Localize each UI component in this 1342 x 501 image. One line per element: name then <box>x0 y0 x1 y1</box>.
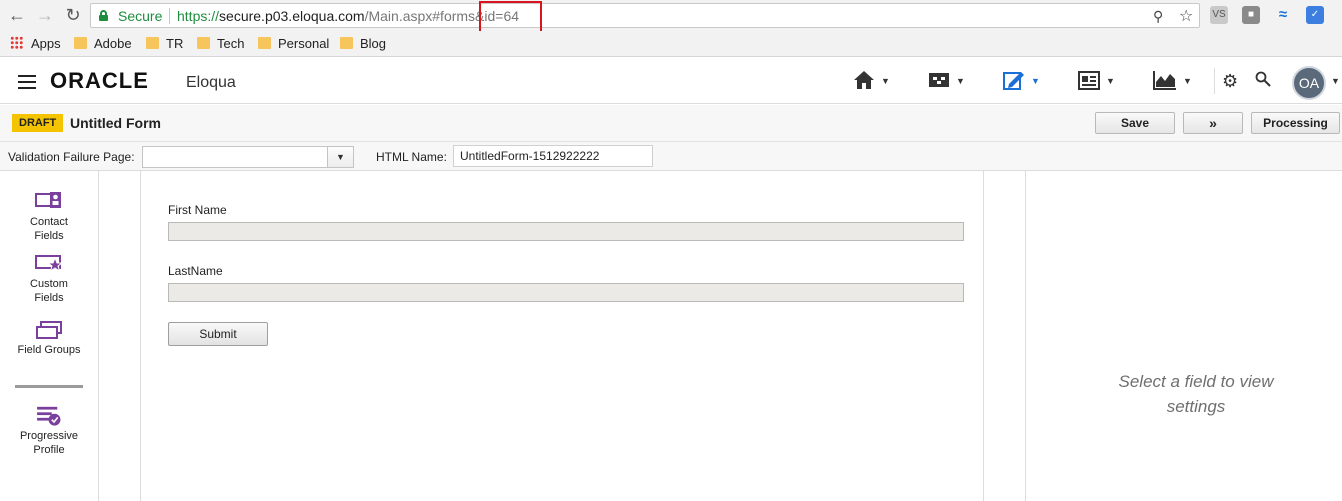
extension-wave-icon[interactable]: ≈ <box>1274 6 1292 24</box>
bookmark-blog[interactable]: Blog <box>340 36 386 51</box>
form-canvas[interactable]: First Name LastName Submit <box>141 171 984 501</box>
bookmark-blog-label: Blog <box>360 36 387 51</box>
contact-fields-line2: Fields <box>34 230 64 242</box>
avatar-dropdown-icon[interactable]: ▼ <box>1331 69 1340 93</box>
empty-settings-message: Select a field to view settings <box>1096 369 1296 419</box>
menu-icon[interactable] <box>18 75 36 89</box>
field-palette: Contact Fields Custom Fields Field Group… <box>0 171 99 501</box>
avatar[interactable]: OA <box>1292 66 1326 100</box>
form-titlebar: DRAFT Untitled Form Save » Processing <box>0 105 1342 142</box>
folder-icon <box>258 37 271 49</box>
progressive-profile-icon <box>37 406 61 426</box>
custom-fields-line1: Custom <box>30 278 68 290</box>
bookmarks-bar: Apps Adobe TR Tech Personal Blog <box>0 31 1342 57</box>
folder-icon <box>74 37 87 49</box>
gear-icon[interactable]: ⚙ <box>1222 69 1238 93</box>
bookmark-apps[interactable]: Apps <box>10 36 61 51</box>
header-separator <box>1214 68 1215 94</box>
field-groups-label: Field Groups <box>17 344 81 356</box>
folder-icon <box>340 37 353 49</box>
extension-pocket-icon[interactable]: ■ <box>1242 6 1260 24</box>
url-highlight-annotation <box>479 1 542 33</box>
key-icon[interactable]: ⚲ <box>1153 8 1163 25</box>
processing-button[interactable]: Processing <box>1251 112 1340 134</box>
star-icon[interactable]: ☆ <box>1179 6 1193 26</box>
home-menu[interactable]: ▼ <box>853 69 890 93</box>
omnibox-separator <box>169 8 170 24</box>
back-icon[interactable]: ← <box>6 4 28 26</box>
bookmark-tr-label: TR <box>166 36 184 51</box>
orchestration-icon <box>929 73 949 87</box>
folder-icon <box>146 37 159 49</box>
validation-failure-select[interactable]: ▼ <box>142 146 354 168</box>
canvas-left-gutter <box>99 171 141 501</box>
last-name-field[interactable] <box>168 283 964 302</box>
save-button[interactable]: Save <box>1095 112 1175 134</box>
empty-settings-line1: Select a field to view <box>1118 372 1274 391</box>
bookmark-adobe-label: Adobe <box>94 36 132 51</box>
extension-check-icon[interactable]: ✓ <box>1306 6 1324 24</box>
first-name-field[interactable] <box>168 222 964 241</box>
app-header: ORACLE Eloqua ▼ ▼ ▼ ▼ ▼ ⚙ ▼ <box>0 58 1342 104</box>
browser-toolbar: ← → ↻ Secure https://secure.p03.eloqua.c… <box>0 0 1342 33</box>
oracle-logo: ORACLE <box>50 68 149 93</box>
assets-menu[interactable]: ▼ <box>1003 69 1040 93</box>
page-title[interactable]: Untitled Form <box>70 115 161 131</box>
home-icon <box>854 71 874 89</box>
status-badge: DRAFT <box>12 114 64 132</box>
secure-label: Secure <box>118 8 163 24</box>
bookmark-personal-label: Personal <box>278 36 330 51</box>
bookmark-adobe[interactable]: Adobe <box>74 36 132 51</box>
url-host: secure.p03.eloqua.com <box>219 8 365 24</box>
apps-grid-icon <box>10 36 23 49</box>
bookmark-apps-label: Apps <box>31 36 61 51</box>
url-text[interactable]: https://secure.p03.eloqua.com/Main.aspx#… <box>177 8 519 24</box>
html-name-label: HTML Name: <box>376 150 447 164</box>
assets-icon <box>1003 72 1024 90</box>
last-name-label[interactable]: LastName <box>168 264 223 278</box>
bookmark-tech[interactable]: Tech <box>197 36 244 51</box>
palette-field-groups[interactable]: Field Groups <box>0 319 98 357</box>
palette-custom-fields[interactable]: Custom Fields <box>0 253 98 305</box>
submit-button[interactable]: Submit <box>168 322 268 346</box>
bookmark-tech-label: Tech <box>217 36 245 51</box>
progressive-profile-line1: Progressive <box>19 430 79 442</box>
extension-vs-icon[interactable]: VS <box>1210 6 1228 24</box>
form-settings-row: Validation Failure Page: ▼ HTML Name: Un… <box>0 142 1342 171</box>
canvas-right-gutter <box>984 171 1026 501</box>
folder-icon <box>197 37 210 49</box>
palette-progressive-profile[interactable]: Progressive Profile <box>0 405 98 457</box>
product-name: Eloqua <box>186 74 236 91</box>
empty-settings-line2: settings <box>1166 397 1226 416</box>
insight-icon <box>1153 71 1176 90</box>
contact-fields-line1: Contact <box>30 216 68 228</box>
reload-icon[interactable]: ↻ <box>62 4 84 26</box>
html-name-field[interactable]: UntitledForm-1512922222 <box>453 145 653 167</box>
custom-fields-line2: Fields <box>34 292 64 304</box>
insight-menu[interactable]: ▼ <box>1153 69 1192 93</box>
search-icon[interactable] <box>1255 69 1271 93</box>
validation-failure-label: Validation Failure Page: <box>8 150 135 164</box>
orchestration-menu[interactable]: ▼ <box>928 69 965 93</box>
bookmark-tr[interactable]: TR <box>146 36 183 51</box>
contacts-icon <box>1078 71 1100 90</box>
bookmark-personal[interactable]: Personal <box>258 36 329 51</box>
field-settings-panel: Select a field to view settings <box>1026 171 1342 501</box>
progressive-profile-line2: Profile <box>33 444 65 456</box>
palette-divider <box>15 385 83 388</box>
palette-contact-fields[interactable]: Contact Fields <box>0 191 98 243</box>
contact-fields-icon <box>35 192 61 208</box>
field-groups-icon <box>36 321 62 339</box>
first-name-label[interactable]: First Name <box>168 203 227 217</box>
dropdown-arrow-icon[interactable]: ▼ <box>327 147 353 167</box>
contacts-menu[interactable]: ▼ <box>1078 69 1115 93</box>
custom-fields-icon <box>35 255 64 273</box>
lock-icon <box>99 10 108 21</box>
forward-icon[interactable]: → <box>34 4 56 26</box>
address-bar[interactable]: Secure https://secure.p03.eloqua.com/Mai… <box>90 3 1200 28</box>
url-scheme: https:// <box>177 8 220 24</box>
more-actions-button[interactable]: » <box>1183 112 1243 134</box>
